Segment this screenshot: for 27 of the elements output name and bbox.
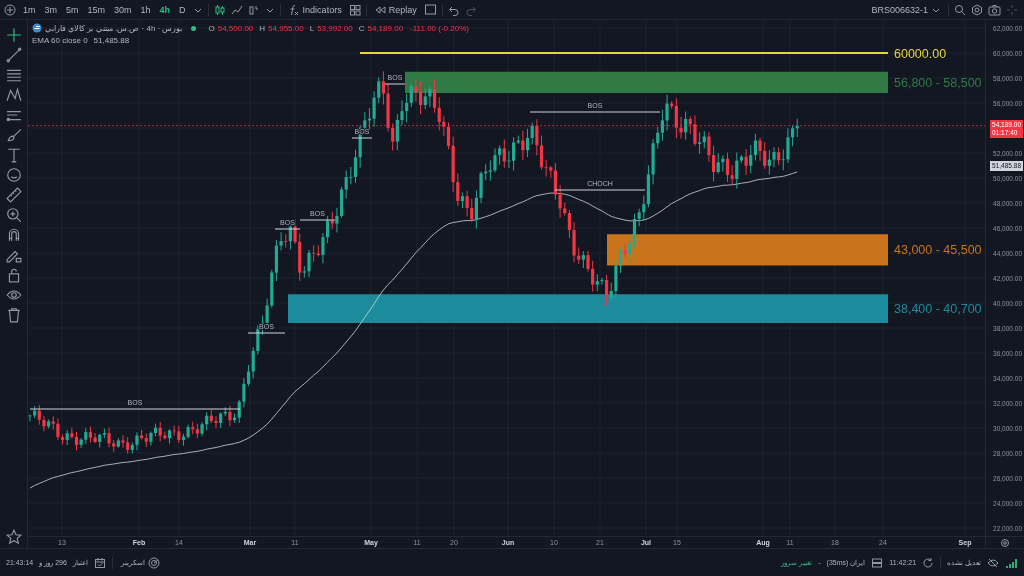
interval-tab[interactable]: 4h	[157, 3, 173, 16]
interval-tab[interactable]: 3m	[42, 3, 60, 16]
ohlc-value: 54,955.00	[268, 23, 304, 33]
interval-tab[interactable]: 1m	[21, 3, 38, 16]
chart-title: بورس · 4h · ص.س. مبتني بر كالاي فارابي	[45, 23, 183, 33]
ohlc-label: H	[259, 23, 266, 33]
level-label: 38,400 - 40,700	[894, 302, 982, 317]
ohlc-label: C	[358, 23, 365, 33]
ohlc-label: O	[208, 23, 215, 33]
ohlc-value: 54,189.00	[367, 23, 404, 33]
interval-tab[interactable]: D	[177, 3, 188, 16]
interval-tab[interactable]: 30m	[112, 3, 134, 16]
price-change: -111.00 (-0.20%)	[410, 23, 469, 33]
interval-tab[interactable]: 5m	[64, 3, 81, 16]
level-label: 43,000 - 45,500	[894, 243, 982, 258]
indicator-value: 51,485.88	[93, 36, 130, 45]
ohlc-label: L	[309, 23, 315, 33]
ohlc-value: 53,992.00	[317, 23, 353, 33]
level-label: 56,800 - 58,500	[894, 75, 982, 90]
ohlc-value: 54,500.00	[217, 23, 254, 33]
indicators-button[interactable]: Indicators	[285, 2, 344, 17]
interval-tab[interactable]: 1h	[138, 3, 153, 16]
replay-button[interactable]: Replay	[371, 2, 419, 17]
interval-tab[interactable]: 15m	[85, 3, 108, 16]
symbol-button[interactable]: BRS006632-1	[869, 3, 943, 16]
level-label: 60000.00	[894, 46, 947, 61]
indicator-name: EMA 60 close 0	[32, 36, 88, 45]
